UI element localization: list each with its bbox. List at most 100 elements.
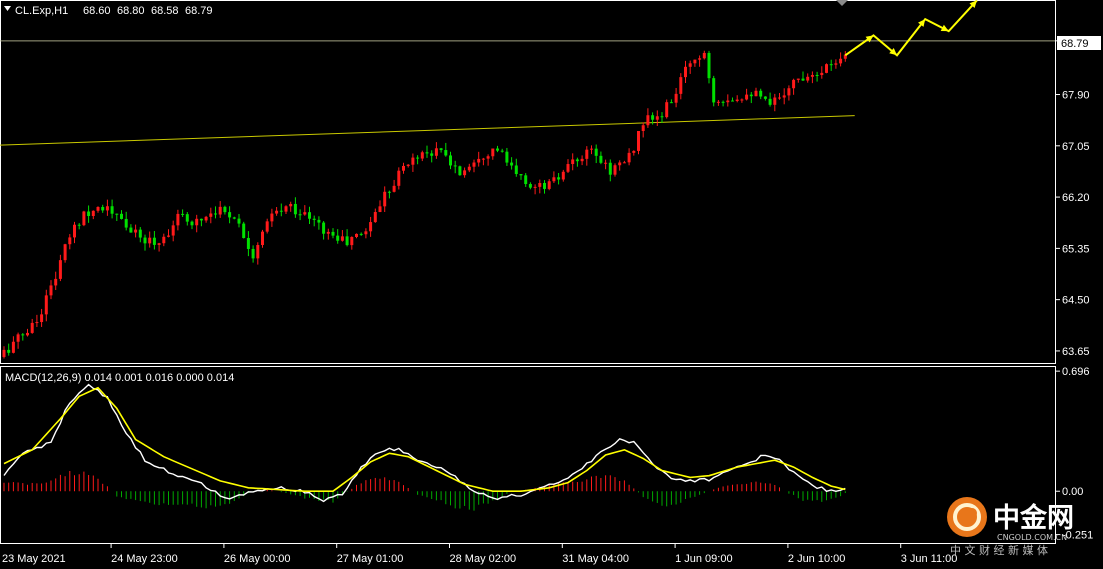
- candle-body: [754, 90, 758, 97]
- candle-body: [481, 158, 485, 160]
- candle-body: [674, 93, 678, 103]
- candle-body: [538, 182, 542, 187]
- candle-body: [190, 221, 194, 226]
- candle-body: [430, 153, 434, 156]
- candle-body: [763, 96, 767, 99]
- candle-body: [496, 148, 499, 151]
- candle-body: [773, 97, 777, 105]
- candle-body: [543, 182, 546, 189]
- candle-body: [406, 164, 410, 166]
- candle-body: [331, 231, 335, 236]
- candle-body: [293, 203, 297, 215]
- candle-body: [124, 218, 128, 228]
- candle-body: [439, 148, 443, 151]
- candle-body: [261, 231, 264, 246]
- candle-body: [223, 206, 227, 213]
- candle-body: [392, 185, 396, 192]
- candle-body: [434, 148, 438, 156]
- price-tick-label: 66.20: [1062, 192, 1090, 204]
- candle-body: [571, 159, 575, 165]
- candle-body: [120, 213, 123, 219]
- candle-body: [815, 74, 819, 76]
- candle-body: [68, 237, 72, 245]
- candle-body: [632, 150, 636, 153]
- watermark-domain: CNGOLD.COM.CN: [997, 533, 1067, 542]
- candle-body: [467, 166, 471, 171]
- price-tick-label: 67.05: [1062, 141, 1090, 153]
- candle-body: [533, 186, 537, 188]
- time-tick-label: 3 Jun 11:00: [901, 553, 958, 565]
- candle-body: [514, 165, 518, 175]
- candle-body: [162, 236, 166, 244]
- candle-body: [303, 212, 307, 215]
- candle-body: [275, 210, 279, 214]
- time-tick-label: 31 May 04:00: [562, 553, 629, 565]
- candle-body: [237, 218, 241, 224]
- candle-body: [463, 170, 467, 176]
- candle-body: [449, 155, 452, 166]
- candle-body: [232, 217, 236, 219]
- candle-body: [326, 231, 330, 234]
- candle-body: [669, 102, 673, 104]
- candle-body: [73, 224, 76, 238]
- candle-body: [7, 349, 11, 353]
- candle-body: [500, 150, 504, 152]
- candle-body: [359, 233, 363, 235]
- candle-body: [26, 332, 29, 336]
- candle-body: [425, 152, 429, 154]
- candle-body: [731, 100, 734, 102]
- candle-body: [528, 184, 532, 188]
- candle-body: [745, 94, 749, 100]
- candle-body: [312, 218, 316, 220]
- candle-body: [199, 218, 203, 221]
- candle-body: [152, 237, 156, 245]
- candle-body: [491, 148, 495, 157]
- macd-indicator-label[interactable]: MACD(12,26,9) 0.014 0.001 0.016 0.000 0.…: [5, 372, 234, 384]
- ohlc-open: 68.60: [83, 5, 111, 17]
- candle-body: [284, 206, 288, 212]
- symbol-label[interactable]: CL.Exp,H1: [15, 5, 68, 17]
- candle-body: [355, 233, 358, 237]
- candle-body: [778, 97, 781, 99]
- time-tick-label: 2 Jun 10:00: [788, 553, 846, 565]
- macd-tick-label: 0.696: [1062, 366, 1090, 378]
- candle-body: [251, 248, 255, 259]
- candle-body: [270, 213, 274, 222]
- candle-body: [646, 115, 650, 126]
- candle-body: [707, 52, 711, 79]
- time-tick-label: 26 May 00:00: [224, 553, 291, 565]
- chart-terminal[interactable]: 67.90 67.05 66.20 65.35 64.50 63.65 0.696 0.00…: [0, 0, 1103, 569]
- candle-body: [693, 59, 697, 64]
- candle-body: [157, 243, 161, 245]
- ohlc-low: 68.58: [151, 5, 179, 17]
- candle-body: [308, 212, 311, 219]
- candle-body: [613, 165, 617, 175]
- candle-body: [364, 231, 368, 235]
- candle-body: [519, 174, 523, 176]
- candle-body: [782, 95, 786, 98]
- candle-body: [16, 334, 20, 342]
- candle-body: [129, 227, 133, 233]
- candle-body: [350, 236, 354, 246]
- candle-body: [712, 78, 716, 103]
- candle-body: [472, 162, 476, 167]
- candle-body: [167, 235, 170, 237]
- candle-body: [214, 213, 217, 215]
- candle-body: [91, 210, 95, 217]
- candle-body: [420, 152, 424, 159]
- candle-body: [383, 191, 387, 207]
- time-tick-label: 28 May 02:00: [450, 553, 517, 565]
- candle-body: [181, 213, 185, 215]
- candle-body: [416, 157, 420, 159]
- candle-body: [185, 214, 189, 222]
- candle-body: [345, 236, 349, 246]
- price-tick-label: 63.65: [1062, 346, 1090, 358]
- ohlc-close: 68.79: [185, 5, 213, 17]
- candle-body: [820, 72, 824, 76]
- cngold-logo-core-icon: [967, 508, 977, 518]
- candle-body: [477, 158, 481, 163]
- candle-body: [444, 150, 448, 156]
- candle-body: [378, 206, 382, 213]
- candle-body: [740, 99, 744, 101]
- candle-body: [373, 212, 377, 223]
